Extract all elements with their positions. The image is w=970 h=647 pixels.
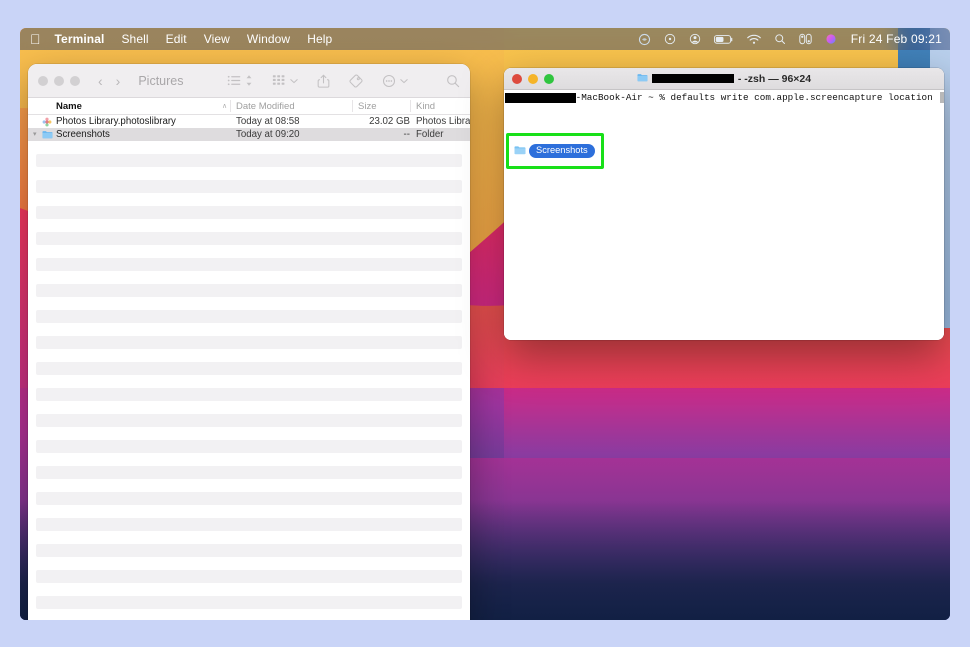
finder-navigation: ‹ › xyxy=(98,74,120,88)
folder-icon xyxy=(514,142,526,160)
group-by-icon[interactable] xyxy=(272,74,286,87)
empty-row-stripe xyxy=(36,518,462,531)
empty-row-stripe xyxy=(36,154,462,167)
terminal-window[interactable]: - -zsh — 96×24 -MacBook-Air ~ % defaults… xyxy=(504,68,944,340)
finder-window-title: Pictures xyxy=(138,74,183,88)
file-date-modified: Today at 08:58 xyxy=(236,116,300,127)
empty-row-stripe xyxy=(36,336,462,349)
dropbox-icon[interactable] xyxy=(638,33,651,46)
finder-traffic-lights xyxy=(38,76,80,86)
photos-library-icon xyxy=(42,117,52,127)
table-row[interactable]: ▾ Screenshots Today at 09:20 -- Folder xyxy=(28,128,470,141)
battery-icon[interactable] xyxy=(714,34,734,45)
empty-row-stripe xyxy=(36,544,462,557)
file-size: -- xyxy=(358,129,410,140)
redacted-hostname xyxy=(505,93,576,103)
empty-row-stripe xyxy=(36,232,462,245)
empty-row-stripe xyxy=(36,362,462,375)
empty-row-stripe xyxy=(36,414,462,427)
terminal-window-title: - -zsh — 96×24 xyxy=(504,73,944,85)
menu-item-window[interactable]: Window xyxy=(247,32,290,46)
spotlight-search-icon[interactable] xyxy=(774,33,786,45)
finder-toolbar-buttons xyxy=(227,74,460,88)
empty-row-stripe xyxy=(36,258,462,271)
column-divider-2[interactable] xyxy=(352,100,353,112)
close-button[interactable] xyxy=(38,76,48,86)
search-icon[interactable] xyxy=(446,74,460,88)
terminal-prompt-line: -MacBook-Air ~ % defaults write com.appl… xyxy=(504,92,944,103)
file-kind: Photos Library xyxy=(416,116,470,127)
zoom-button[interactable] xyxy=(70,76,80,86)
finder-toolbar: ‹ › Pictures xyxy=(28,64,470,98)
menu-item-view[interactable]: View xyxy=(204,32,230,46)
empty-row-stripe xyxy=(36,180,462,193)
empty-row-stripe xyxy=(36,206,462,219)
column-divider-3[interactable] xyxy=(410,100,411,112)
dragged-item-label: Screenshots xyxy=(529,144,595,158)
file-date-modified: Today at 09:20 xyxy=(236,129,300,140)
file-size: 23.02 GB xyxy=(358,116,410,127)
terminal-traffic-lights xyxy=(512,74,554,84)
terminal-title-suffix: - -zsh — 96×24 xyxy=(738,73,811,85)
redacted-username-title xyxy=(652,74,734,83)
menu-item-help[interactable]: Help xyxy=(307,32,332,46)
menu-item-edit[interactable]: Edit xyxy=(166,32,187,46)
share-icon[interactable] xyxy=(317,74,330,88)
terminal-body[interactable]: -MacBook-Air ~ % defaults write com.appl… xyxy=(504,90,944,340)
group-by-chevron-down-icon[interactable] xyxy=(290,77,298,85)
chevron-down-icon[interactable]: ▾ xyxy=(33,128,37,141)
terminal-cursor xyxy=(940,92,944,103)
column-header-size[interactable]: Size xyxy=(358,101,376,112)
column-header-date-modified[interactable]: Date Modified xyxy=(236,101,295,112)
empty-row-stripe xyxy=(36,596,462,609)
menu-item-terminal[interactable]: Terminal xyxy=(55,32,105,46)
tag-icon[interactable] xyxy=(349,74,363,88)
terminal-prompt: -MacBook-Air ~ % xyxy=(576,92,671,103)
empty-row-stripe xyxy=(36,570,462,583)
file-kind: Folder xyxy=(416,129,443,140)
empty-row-stripe xyxy=(36,284,462,297)
table-row[interactable]: Photos Library.photoslibrary Today at 08… xyxy=(28,115,470,128)
back-button[interactable]: ‹ xyxy=(98,74,103,88)
terminal-command: defaults write com.apple.screencapture l… xyxy=(670,92,938,103)
close-button[interactable] xyxy=(512,74,522,84)
file-name: Screenshots xyxy=(56,129,110,140)
dragged-folder-item[interactable]: Screenshots xyxy=(514,142,595,160)
file-name: Photos Library.photoslibrary xyxy=(56,116,176,127)
empty-row-stripe xyxy=(36,388,462,401)
forward-button[interactable]: › xyxy=(116,74,121,88)
menu-bar-clock[interactable]: Fri 24 Feb 09:21 xyxy=(851,32,942,46)
empty-row-stripe xyxy=(36,310,462,323)
list-view-icon[interactable] xyxy=(227,74,242,87)
wifi-icon[interactable] xyxy=(747,34,761,45)
file-list-column-headers: Name ∧ Date Modified Size Kind xyxy=(28,98,470,115)
empty-row-stripe xyxy=(36,440,462,453)
empty-row-stripe xyxy=(36,492,462,505)
folder-icon xyxy=(42,130,52,140)
mac-screen:  Terminal Shell Edit View Window Help xyxy=(20,28,950,620)
folder-icon xyxy=(637,73,648,85)
sort-options-icon[interactable] xyxy=(245,74,253,87)
siri-icon[interactable] xyxy=(825,33,837,45)
file-list: Photos Library.photoslibrary Today at 08… xyxy=(28,115,470,620)
sort-ascending-icon[interactable]: ∧ xyxy=(222,102,227,110)
more-actions-chevron-down-icon[interactable] xyxy=(400,77,408,85)
more-actions-icon[interactable] xyxy=(382,74,396,88)
control-center-icon[interactable] xyxy=(799,33,812,45)
menu-bar:  Terminal Shell Edit View Window Help xyxy=(20,28,950,50)
user-account-icon[interactable] xyxy=(689,33,701,45)
apple-logo-icon[interactable]:  xyxy=(30,32,41,46)
column-divider-1[interactable] xyxy=(230,100,231,112)
screenshot-root:  Terminal Shell Edit View Window Help xyxy=(0,0,970,647)
minimize-button[interactable] xyxy=(54,76,64,86)
column-header-kind[interactable]: Kind xyxy=(416,101,435,112)
time-machine-icon[interactable] xyxy=(664,33,676,45)
finder-window[interactable]: ‹ › Pictures xyxy=(28,64,470,620)
empty-row-stripe xyxy=(36,466,462,479)
column-header-name[interactable]: Name xyxy=(56,101,82,112)
menu-item-shell[interactable]: Shell xyxy=(121,32,148,46)
minimize-button[interactable] xyxy=(528,74,538,84)
terminal-titlebar[interactable]: - -zsh — 96×24 xyxy=(504,68,944,90)
zoom-button[interactable] xyxy=(544,74,554,84)
